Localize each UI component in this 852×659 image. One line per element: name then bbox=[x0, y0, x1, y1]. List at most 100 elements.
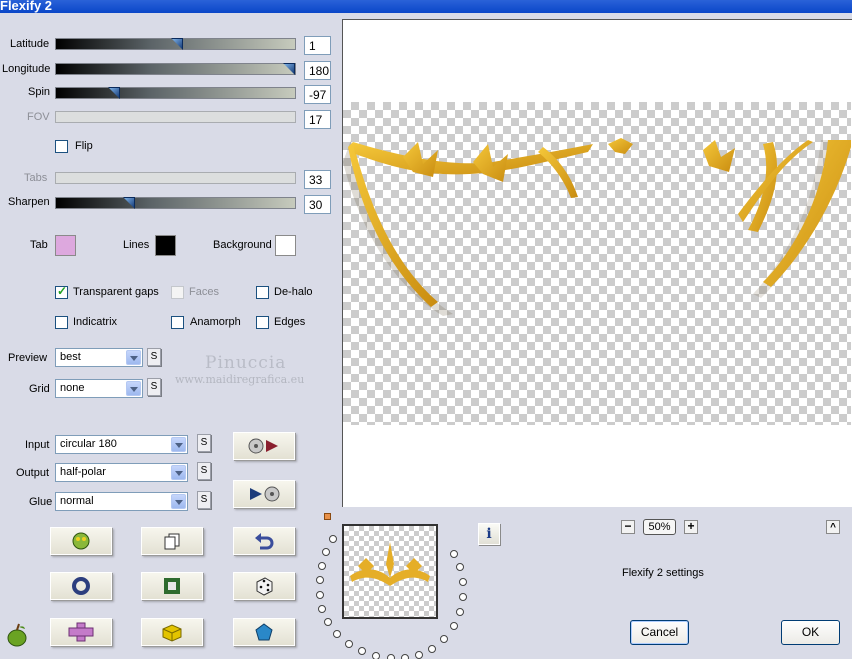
play-forward-button[interactable] bbox=[233, 432, 295, 460]
play-backward-button[interactable] bbox=[233, 480, 295, 508]
grid-select[interactable]: none bbox=[55, 379, 143, 398]
dice-icon bbox=[256, 577, 273, 596]
pentagon-button[interactable] bbox=[233, 618, 295, 646]
zoom-level: 50% bbox=[643, 519, 676, 535]
dial-dot[interactable] bbox=[372, 652, 380, 659]
de-halo-checkbox[interactable] bbox=[256, 286, 269, 299]
lines-color-swatch[interactable] bbox=[155, 235, 176, 256]
ring-icon bbox=[72, 577, 90, 595]
copy-button[interactable] bbox=[141, 527, 203, 555]
latitude-slider[interactable] bbox=[55, 38, 296, 50]
dial-dot[interactable] bbox=[415, 651, 423, 659]
latitude-slider-thumb[interactable] bbox=[171, 38, 183, 50]
cancel-button[interactable]: Cancel bbox=[630, 620, 689, 645]
tab-color-swatch[interactable] bbox=[55, 235, 76, 256]
tabs-slider[interactable] bbox=[55, 172, 296, 184]
longitude-label: Longitude bbox=[2, 63, 51, 75]
dial-dot[interactable] bbox=[345, 640, 353, 648]
dial-dot[interactable] bbox=[318, 562, 326, 570]
indicatrix-checkbox[interactable] bbox=[55, 316, 68, 329]
dial-dot[interactable] bbox=[456, 563, 464, 571]
faces-checkbox[interactable] bbox=[171, 286, 184, 299]
tabs-label: Tabs bbox=[24, 172, 48, 184]
sharpen-slider[interactable] bbox=[55, 197, 296, 209]
longitude-slider-thumb[interactable] bbox=[283, 63, 295, 75]
dial-dot[interactable] bbox=[316, 591, 324, 599]
chevron-down-icon bbox=[126, 381, 141, 396]
fov-value[interactable]: 17 bbox=[304, 110, 331, 129]
dice-button[interactable] bbox=[233, 572, 295, 600]
edges-checkbox[interactable] bbox=[256, 316, 269, 329]
preview-image bbox=[343, 138, 851, 316]
dial-dot[interactable] bbox=[459, 593, 467, 601]
dial-dot[interactable] bbox=[387, 654, 395, 659]
glue-s-button[interactable]: S bbox=[197, 491, 211, 509]
grid-label: Grid bbox=[29, 383, 50, 395]
sharpen-value[interactable]: 30 bbox=[304, 195, 331, 214]
dial-dot[interactable] bbox=[456, 608, 464, 616]
dial-dot[interactable] bbox=[440, 635, 448, 643]
flip-checkbox[interactable] bbox=[55, 140, 68, 153]
ok-button[interactable]: OK bbox=[781, 620, 840, 645]
dial-dot[interactable] bbox=[324, 618, 332, 626]
dial-dot[interactable] bbox=[428, 645, 436, 653]
output-select[interactable]: half-polar bbox=[55, 463, 188, 482]
preview-canvas[interactable] bbox=[342, 19, 852, 507]
preview-select[interactable]: best bbox=[55, 348, 143, 367]
dial-dot[interactable] bbox=[322, 548, 330, 556]
dial-dot[interactable] bbox=[358, 647, 366, 655]
circle-button[interactable] bbox=[50, 572, 112, 600]
dial-dot[interactable] bbox=[450, 622, 458, 630]
disc-play-icon bbox=[248, 438, 278, 454]
dial-dot[interactable] bbox=[316, 576, 324, 584]
output-label: Output bbox=[16, 467, 50, 479]
cube-button[interactable] bbox=[141, 618, 203, 646]
latitude-label: Latitude bbox=[10, 38, 50, 50]
dial-dot[interactable] bbox=[401, 654, 409, 659]
de-halo-label: De-halo bbox=[274, 286, 313, 298]
undo-button[interactable] bbox=[233, 527, 295, 555]
glue-select[interactable]: normal bbox=[55, 492, 188, 511]
flip-label: Flip bbox=[75, 140, 93, 152]
play-disc-icon bbox=[250, 486, 280, 502]
longitude-slider[interactable] bbox=[55, 63, 296, 75]
longitude-value[interactable]: 180 bbox=[304, 61, 331, 80]
grid-s-button[interactable]: S bbox=[147, 378, 161, 396]
dial-dot[interactable] bbox=[450, 550, 458, 558]
randomize-button[interactable] bbox=[50, 527, 112, 555]
background-color-label: Background bbox=[213, 239, 272, 251]
tabs-value[interactable]: 33 bbox=[304, 170, 331, 189]
zoom-in-button[interactable]: + bbox=[684, 520, 698, 534]
transparent-gaps-checkbox[interactable]: ✓ bbox=[55, 284, 68, 299]
collapse-button[interactable]: ^ bbox=[826, 520, 840, 534]
latitude-value[interactable]: 1 bbox=[304, 36, 331, 55]
input-select[interactable]: circular 180 bbox=[55, 435, 188, 454]
pear-icon bbox=[7, 623, 27, 647]
anamorph-label: Anamorph bbox=[190, 316, 241, 328]
background-color-swatch[interactable] bbox=[275, 235, 296, 256]
chevron-down-icon bbox=[126, 350, 141, 365]
zoom-out-button[interactable]: − bbox=[621, 520, 635, 534]
anamorph-checkbox[interactable] bbox=[171, 316, 184, 329]
info-button[interactable]: i bbox=[478, 523, 500, 545]
pentagon-icon bbox=[255, 623, 273, 641]
cross-grid-icon bbox=[68, 622, 94, 642]
preview-s-button[interactable]: S bbox=[147, 348, 161, 366]
sharpen-slider-thumb[interactable] bbox=[123, 197, 135, 209]
square-button[interactable] bbox=[141, 572, 203, 600]
dial-dot[interactable] bbox=[333, 630, 341, 638]
undo-icon bbox=[255, 533, 274, 550]
spin-slider[interactable] bbox=[55, 87, 296, 99]
navigator-handle[interactable] bbox=[324, 513, 331, 520]
cross-button[interactable] bbox=[50, 618, 112, 646]
input-s-button[interactable]: S bbox=[197, 434, 211, 452]
dial-dot[interactable] bbox=[318, 605, 326, 613]
spin-value[interactable]: -97 bbox=[304, 85, 331, 104]
watermark-url: www.maidiregrafica.eu bbox=[175, 373, 305, 386]
output-s-button[interactable]: S bbox=[197, 462, 211, 480]
thumbnail-navigator[interactable] bbox=[342, 524, 438, 619]
spin-slider-thumb[interactable] bbox=[108, 87, 120, 99]
fov-slider[interactable] bbox=[55, 111, 296, 123]
dial-dot[interactable] bbox=[329, 535, 337, 543]
dial-dot[interactable] bbox=[459, 578, 467, 586]
